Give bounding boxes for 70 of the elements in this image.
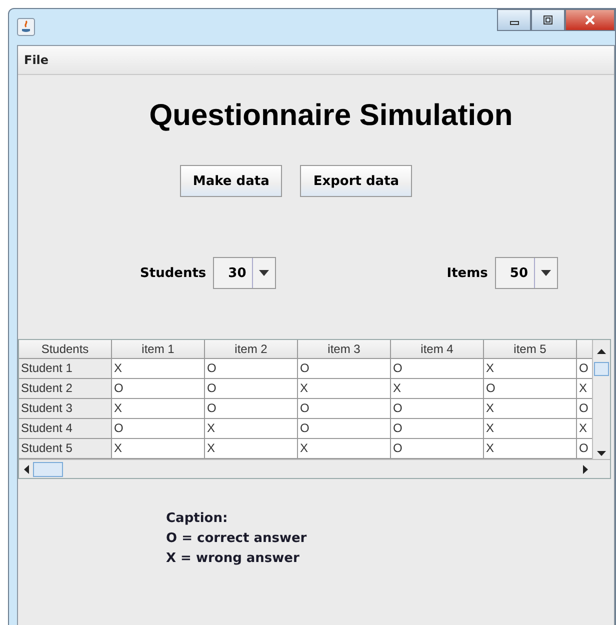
table-cell: O	[112, 419, 205, 438]
up-arrow-icon	[597, 349, 606, 354]
table-cell: O	[391, 359, 484, 378]
column-header: item 1	[112, 340, 205, 359]
caption-text: Caption:	[166, 511, 229, 526]
table-cell: O	[298, 419, 391, 438]
table-cell: X	[112, 399, 205, 418]
caret-icon	[259, 270, 270, 276]
scroll-thumb[interactable]	[594, 362, 609, 376]
table-cell: O	[484, 379, 577, 398]
close-icon	[584, 14, 596, 26]
table-cell: O	[391, 439, 484, 458]
column-header: item 5	[484, 340, 577, 359]
column-header: item 3	[298, 340, 391, 359]
table-cell: O	[205, 359, 298, 378]
table-cell: X	[577, 379, 592, 398]
caption-text: O = correct answer	[166, 531, 308, 546]
table-cell: Student 4	[19, 419, 112, 438]
count-dropdown[interactable]: 50	[494, 257, 558, 289]
table-cell: O	[391, 419, 484, 438]
table-cell: X	[112, 359, 205, 378]
table-cell: X	[484, 439, 577, 458]
combo-label: Students	[140, 266, 206, 280]
table-cell: X	[205, 419, 298, 438]
table-cell: X	[298, 379, 391, 398]
table-cell: Student 2	[19, 379, 112, 398]
table-cell: X	[484, 399, 577, 418]
table-cell: Student 3	[19, 399, 112, 418]
vertical-scrollbar[interactable]	[592, 340, 610, 459]
maximize-button[interactable]	[531, 9, 565, 31]
right-arrow-icon	[583, 464, 588, 474]
minimize-icon	[510, 21, 518, 25]
left-arrow-icon	[24, 464, 29, 474]
scroll-thumb[interactable]	[33, 462, 63, 476]
blank-header-cell	[577, 340, 592, 359]
table-cell: O	[577, 399, 592, 418]
table-cell: X	[298, 439, 391, 458]
table-cell: O	[298, 359, 391, 378]
table-cell: X	[577, 419, 592, 438]
table-cell: X	[112, 439, 205, 458]
table-cell: Student 1	[19, 359, 112, 378]
action-button[interactable]: Make data	[180, 165, 282, 197]
java-cup-icon	[17, 18, 35, 36]
combo-label: Items	[446, 266, 488, 280]
down-arrow-icon	[597, 451, 606, 456]
table-cell: O	[205, 379, 298, 398]
table-cell: O	[577, 359, 592, 378]
table-cell: Student 5	[19, 439, 112, 458]
horizontal-scrollbar[interactable]	[19, 459, 610, 478]
table-cell: X	[205, 439, 298, 458]
caption-text: X = wrong answer	[166, 551, 300, 566]
caret-icon	[541, 270, 551, 276]
table-cell: X	[484, 359, 577, 378]
table-cell: X	[484, 419, 577, 438]
table-cell: O	[298, 399, 391, 418]
action-button[interactable]: Export data	[300, 165, 412, 197]
maximize-icon	[542, 14, 554, 26]
table-cell: O	[205, 399, 298, 418]
column-header: Students	[19, 340, 112, 359]
menu-item[interactable]: File	[24, 53, 49, 67]
table-cell: X	[391, 379, 484, 398]
table-cell: O	[577, 439, 592, 458]
app-title: Questionnaire Simulation	[148, 99, 514, 133]
column-header: item 2	[205, 340, 298, 359]
table-cell: O	[391, 399, 484, 418]
column-header: item 4	[391, 340, 484, 359]
close-button[interactable]	[565, 9, 615, 31]
minimize-button[interactable]	[497, 9, 531, 31]
count-dropdown[interactable]: 30	[213, 257, 276, 289]
table-cell: O	[112, 379, 205, 398]
